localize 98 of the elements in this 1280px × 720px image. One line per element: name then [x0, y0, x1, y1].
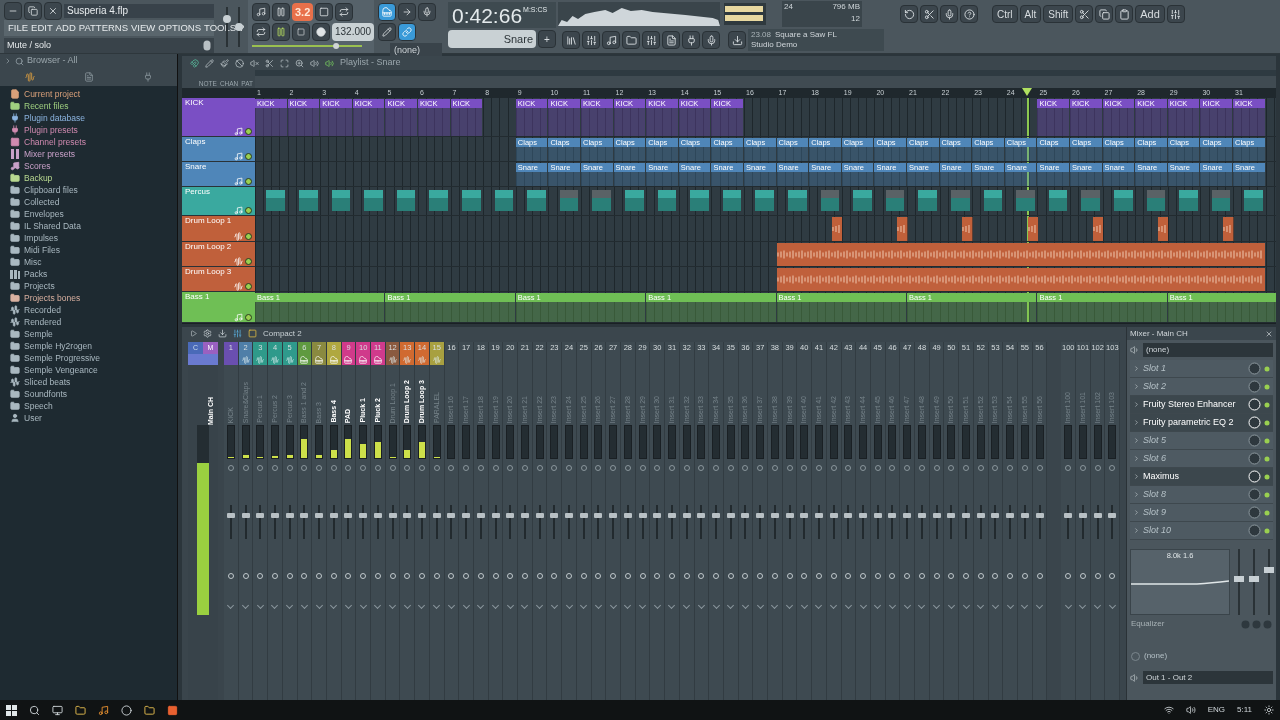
playlist-title: Playlist - Snare — [340, 56, 401, 70]
slot-label: Slot 10 — [1143, 523, 1173, 537]
slot-label: Slot 9 — [1143, 505, 1167, 519]
menu-item[interactable]: ADD — [55, 21, 76, 34]
modifier-key-button[interactable]: Shift — [1043, 5, 1074, 23]
effect-slot[interactable]: Fruity parametric EQ 2 — [1130, 414, 1273, 432]
browser-item[interactable]: Semple Progressive — [24, 352, 101, 364]
effect-slot[interactable]: Fruity Stereo Enhancer — [1130, 396, 1273, 414]
browser-item[interactable]: Collected — [24, 196, 60, 208]
browser-item[interactable]: Semple Vengeance — [24, 364, 98, 376]
track-name: Drum Loop 1 — [185, 216, 233, 226]
browser-item[interactable]: Plugin presets — [24, 124, 78, 136]
track-name: Snare — [185, 162, 208, 172]
track-name: KICK — [185, 98, 205, 108]
track-header[interactable]: Percus — [182, 187, 255, 216]
browser-item[interactable]: Projects bones — [24, 292, 81, 304]
track-name: Bass 1 — [185, 292, 211, 302]
effect-slot[interactable]: Slot 9 — [1130, 504, 1273, 522]
tempo-field[interactable]: 132.000 — [332, 23, 375, 41]
modifier-key-button[interactable]: Alt — [1019, 5, 1042, 23]
mixer-preset[interactable]: Compact 2 — [263, 327, 302, 340]
news-panel[interactable]: 23.08 Square a Saw FL Studio Demo — [748, 29, 884, 51]
browser-item[interactable]: User — [24, 412, 42, 424]
browser-item[interactable]: Current project — [24, 88, 81, 100]
panel-title: Mixer - Main CH — [1130, 327, 1188, 340]
browser-item[interactable]: Misc — [24, 256, 42, 268]
browser-item[interactable]: Clipboard files — [24, 184, 78, 196]
browser-title: Browser - All — [27, 54, 78, 68]
add-pattern-button[interactable]: + — [538, 30, 556, 48]
browser-item[interactable]: Channel presets — [24, 136, 86, 148]
time-display: 0:42:66 — [452, 4, 523, 28]
language-indicator[interactable]: ENG — [1207, 704, 1225, 716]
browser-item[interactable]: Sliced beats — [24, 376, 71, 388]
slot-label: Slot 8 — [1143, 487, 1167, 501]
track-name: Claps — [185, 137, 207, 147]
effect-slot[interactable]: Slot 8 — [1130, 486, 1273, 504]
polyphony-reading: 12 — [851, 13, 860, 25]
browser-item[interactable]: Projects — [24, 280, 55, 292]
menu-item[interactable]: PATTERNS — [78, 21, 129, 34]
browser-item[interactable]: Mixer presets — [24, 148, 75, 160]
browser-item[interactable]: Soundfonts — [24, 388, 67, 400]
modifier-key-button[interactable]: Ctrl — [992, 5, 1018, 23]
browser-item[interactable]: Semple Hy2rogen — [24, 340, 93, 352]
track-header[interactable]: Claps — [182, 137, 255, 162]
hint-text: Mute / solo — [7, 38, 52, 52]
add-menu-button[interactable]: Add — [1135, 5, 1165, 23]
browser-item[interactable]: Rendered — [24, 316, 62, 328]
slot-label: Maximus — [1143, 469, 1180, 483]
track-header[interactable]: KICK — [182, 98, 255, 137]
track-name: Drum Loop 3 — [185, 267, 233, 277]
snap-selector[interactable]: (none) — [390, 43, 442, 57]
track-header[interactable]: Snare — [182, 162, 255, 187]
menu-item[interactable]: OPTIONS — [158, 21, 202, 34]
track-name: Drum Loop 2 — [185, 242, 233, 252]
menu-item[interactable]: FILE — [8, 21, 29, 34]
track-header[interactable]: Drum Loop 2 — [182, 242, 255, 267]
menu-item[interactable]: EDIT — [31, 21, 53, 34]
slot-label: Fruity parametric EQ 2 — [1143, 415, 1235, 429]
browser-item[interactable]: Semple — [24, 328, 53, 340]
browser-item[interactable]: Envelopes — [24, 208, 64, 220]
browser-item[interactable]: Packs — [24, 268, 48, 280]
news-date: 23.08 — [751, 30, 772, 40]
menu-item[interactable]: VIEW — [131, 21, 156, 34]
track-name: Percus — [185, 187, 211, 197]
track-header[interactable]: Drum Loop 3 — [182, 267, 255, 292]
input-selector[interactable]: (none) — [1143, 343, 1273, 357]
slot-label: Fruity Stereo Enhancer — [1143, 397, 1237, 411]
track-selector[interactable]: (none) — [1144, 650, 1168, 662]
browser-item[interactable]: Scores — [24, 160, 51, 172]
browser-item[interactable]: Speech — [24, 400, 53, 412]
pattern-selector[interactable]: Snare — [448, 30, 536, 48]
menu-item[interactable]: TOOLS — [204, 21, 237, 34]
slot-label: Slot 1 — [1143, 361, 1167, 375]
track-header[interactable]: Drum Loop 1 — [182, 216, 255, 242]
effect-slot[interactable]: Slot 1 — [1130, 360, 1273, 378]
window-title: Susperia 4.flp — [64, 4, 214, 18]
browser-item[interactable]: Plugin database — [24, 112, 85, 124]
effect-slot[interactable]: Slot 10 — [1130, 522, 1273, 540]
slot-label: Slot 5 — [1143, 433, 1167, 447]
browser-item[interactable]: Impulses — [24, 232, 58, 244]
effect-slot[interactable]: Slot 5 — [1130, 432, 1273, 450]
eq-label: Equalizer — [1131, 618, 1165, 630]
browser-item[interactable]: Backup — [24, 172, 53, 184]
browser-item[interactable]: Recent files — [24, 100, 69, 112]
effect-slot[interactable]: Maximus — [1130, 468, 1273, 486]
browser-item[interactable]: IL Shared Data — [24, 220, 81, 232]
news-subtitle: Studio Demo — [751, 40, 799, 50]
news-title: Square a Saw FL — [775, 30, 837, 40]
slot-label: Slot 2 — [1143, 379, 1167, 393]
output-selector[interactable]: Out 1 - Out 2 — [1143, 671, 1273, 684]
browser-item[interactable]: Recorded — [24, 304, 61, 316]
cpu-reading: 24 — [784, 1, 793, 13]
slot-label: Slot 6 — [1143, 451, 1167, 465]
memory-reading: 796 MB — [832, 1, 860, 13]
effect-slot[interactable]: Slot 6 — [1130, 450, 1273, 468]
effect-slot[interactable]: Slot 2 — [1130, 378, 1273, 396]
clock-text[interactable]: 5:11 — [1237, 704, 1252, 716]
browser-item[interactable]: Midi Files — [24, 244, 60, 256]
